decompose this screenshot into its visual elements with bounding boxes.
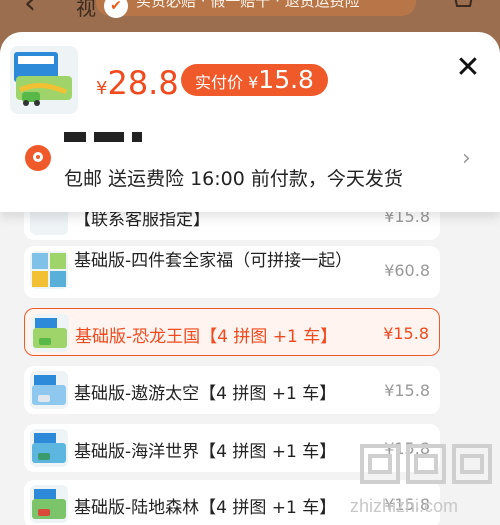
option-name: 基础版-遨游太空【4 拼图 +1 车】 — [74, 384, 337, 404]
option-thumbnail — [31, 314, 69, 352]
option-name: 基础版-四件套全家福（可拼接一起） — [74, 251, 353, 271]
option-thumbnail — [30, 251, 68, 289]
chevron-right-icon[interactable]: › — [462, 146, 471, 171]
location-pin-icon — [25, 145, 51, 171]
option-name: 基础版-海洋世界【4 拼图 +1 车】 — [74, 442, 337, 462]
sku-option[interactable]: 基础版-陆地森林【4 拼图 +1 车】 ¥15.8 — [24, 480, 440, 525]
option-price: ¥15.8 — [384, 381, 430, 400]
shipping-info: 包邮 送运费险 16:00 前付款，今天发货 — [64, 168, 403, 190]
deal-symbol: ¥ — [248, 73, 259, 92]
option-thumbnail — [30, 429, 68, 467]
cart-icon[interactable] — [448, 0, 474, 14]
guarantee-banner: 买贵必赔 · 假一赔十 · 退货运费险 — [96, 0, 416, 16]
sheet-header: ¥28.8 实付价 ¥15.8 ✕ 包邮 送运费险 16:00 前付款，今天发货… — [0, 32, 500, 212]
option-thumbnail — [30, 371, 68, 409]
option-name: 基础版-陆地森林【4 拼图 +1 车】 — [74, 498, 337, 518]
option-price: ¥15.8 — [384, 495, 430, 514]
deal-value: 15.8 — [258, 65, 314, 94]
option-thumbnail — [30, 485, 68, 523]
address-line-clipped — [64, 132, 344, 142]
sku-option[interactable]: 基础版-四件套全家福（可拼接一起） ¥60.8 — [24, 246, 440, 298]
original-price: ¥28.8 — [96, 64, 179, 102]
close-icon[interactable]: ✕ — [452, 52, 484, 84]
option-price: ¥15.8 — [384, 439, 430, 458]
deal-label: 实付价 — [195, 73, 244, 92]
background-title: 视 — [76, 0, 96, 20]
sku-option[interactable]: 基础版-海洋世界【4 拼图 +1 车】 ¥15.8 — [24, 424, 440, 472]
option-name: 基础版-恐龙王国【4 拼图 +1 车】 — [75, 327, 338, 347]
sku-option[interactable]: 基础版-遨游太空【4 拼图 +1 车】 ¥15.8 — [24, 366, 440, 414]
sku-selection-sheet: ¥28.8 实付价 ¥15.8 ✕ 包邮 送运费险 16:00 前付款，今天发货… — [0, 32, 500, 525]
product-thumbnail[interactable] — [10, 46, 78, 114]
option-price: ¥15.8 — [383, 324, 429, 343]
final-price-badge: 实付价 ¥15.8 — [181, 64, 328, 96]
back-arrow-icon[interactable]: ‹ — [24, 0, 36, 21]
option-price: ¥60.8 — [384, 261, 430, 280]
sku-option-selected[interactable]: 基础版-恐龙王国【4 拼图 +1 车】 ¥15.8 — [24, 308, 440, 356]
